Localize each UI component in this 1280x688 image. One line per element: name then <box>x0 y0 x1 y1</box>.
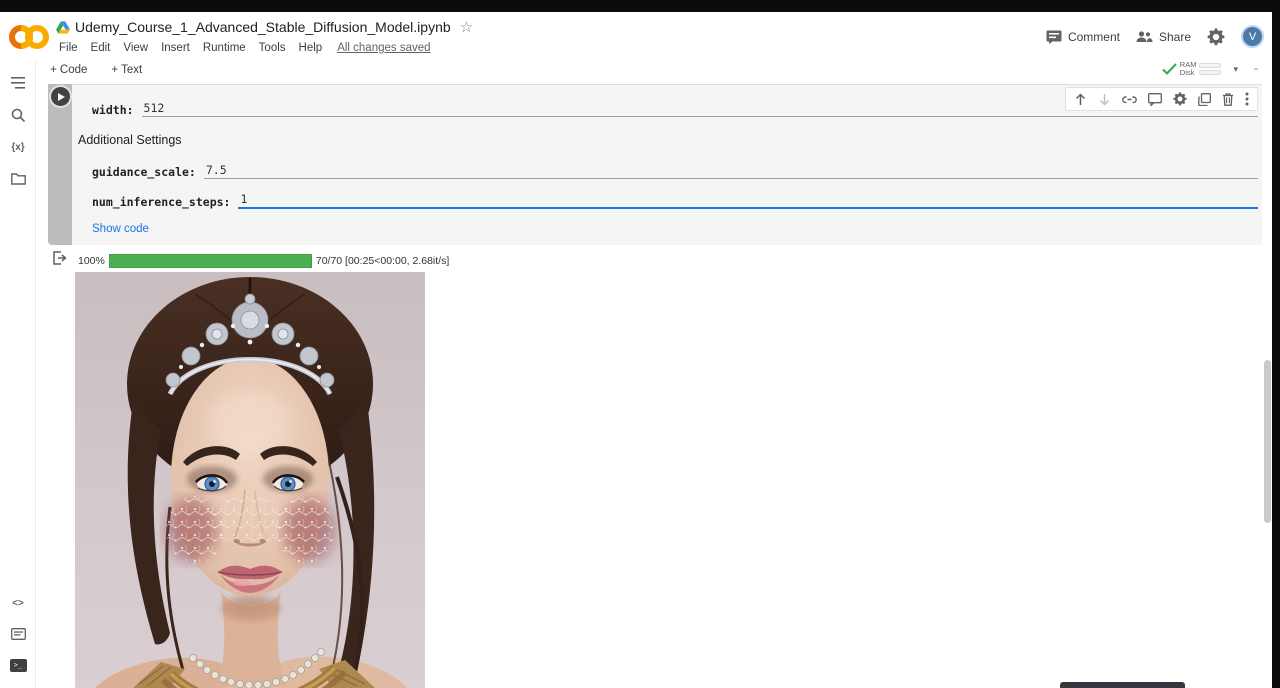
settings-gear-icon[interactable] <box>1207 28 1225 46</box>
progress-widget: 100% 70/70 [00:25<00:00, 2.68it/s] <box>75 253 1262 269</box>
star-icon[interactable]: ☆ <box>460 18 473 36</box>
drive-icon <box>56 21 70 34</box>
output-gutter <box>48 250 75 688</box>
terminal-icon[interactable]: >_ <box>0 650 36 680</box>
menu-help[interactable]: Help <box>293 40 329 56</box>
bottom-cutoff-element <box>1060 682 1185 688</box>
notebook-area: width: Additional Settings guidance_scal… <box>36 84 1264 688</box>
left-sidebar: {x} <> >_ <box>0 60 36 688</box>
notebook-title[interactable]: Udemy_Course_1_Advanced_Stable_Diffusion… <box>75 19 451 35</box>
output-indicator-icon[interactable] <box>52 251 67 266</box>
add-code-button[interactable]: + Code <box>40 60 97 80</box>
add-text-button[interactable]: + Text <box>101 60 152 80</box>
comment-label: Comment <box>1068 30 1120 44</box>
menu-runtime[interactable]: Runtime <box>197 40 252 56</box>
progress-percent: 100% <box>78 255 105 267</box>
menu-tools[interactable]: Tools <box>253 40 292 56</box>
code-cell: width: Additional Settings guidance_scal… <box>48 84 1262 245</box>
more-cell-actions-icon[interactable] <box>1245 92 1249 106</box>
menu-bar: File Edit View Insert Runtime Tools Help… <box>53 40 431 56</box>
section-heading: Additional Settings <box>78 133 1258 149</box>
num-inference-steps-input[interactable] <box>238 192 1258 209</box>
move-cell-down-icon[interactable] <box>1098 93 1111 106</box>
cell-form-pane: width: Additional Settings guidance_scal… <box>72 84 1262 245</box>
colab-logo-icon[interactable] <box>9 21 49 53</box>
check-icon <box>1162 63 1177 75</box>
cell-toolbar <box>1065 87 1258 111</box>
comment-button[interactable]: Comment <box>1046 30 1120 44</box>
show-code-link[interactable]: Show code <box>92 223 149 235</box>
menu-file[interactable]: File <box>53 40 84 56</box>
ram-usage-bar <box>1199 63 1221 68</box>
variables-icon[interactable]: {x} <box>0 132 36 162</box>
add-comment-icon[interactable] <box>1148 93 1162 106</box>
move-cell-up-icon[interactable] <box>1074 93 1087 106</box>
delete-cell-icon[interactable] <box>1222 93 1234 106</box>
generated-image <box>75 272 425 688</box>
autosave-status[interactable]: All changes saved <box>337 42 430 54</box>
menu-view[interactable]: View <box>117 40 154 56</box>
num-inference-steps-field-row: num_inference_steps: <box>92 191 1258 209</box>
code-snippets-icon[interactable]: <> <box>0 588 36 618</box>
width-field-label: width: <box>92 103 134 117</box>
guidance-scale-field-row: guidance_scale: <box>92 161 1258 179</box>
cell-output: 100% 70/70 [00:25<00:00, 2.68it/s] <box>48 250 1262 688</box>
command-palette-icon[interactable] <box>0 619 36 649</box>
search-icon[interactable] <box>0 100 36 130</box>
share-people-icon <box>1136 30 1153 43</box>
guidance-scale-input[interactable] <box>204 163 1258 179</box>
menu-edit[interactable]: Edit <box>85 40 117 56</box>
colab-window: Udemy_Course_1_Advanced_Stable_Diffusion… <box>0 12 1272 688</box>
output-content: 100% 70/70 [00:25<00:00, 2.68it/s] <box>75 250 1262 688</box>
comment-icon <box>1046 30 1062 44</box>
header: Udemy_Course_1_Advanced_Stable_Diffusion… <box>0 12 1272 60</box>
progress-bar <box>109 254 312 268</box>
resource-monitor[interactable]: RAM Disk <box>1162 61 1222 77</box>
share-button[interactable]: Share <box>1136 30 1191 44</box>
disk-label: Disk <box>1180 69 1197 77</box>
cell-settings-gear-icon[interactable] <box>1173 92 1187 106</box>
table-of-contents-icon[interactable] <box>0 68 36 98</box>
collapse-header-icon[interactable] <box>1250 65 1262 73</box>
cell-gutter <box>48 84 72 245</box>
disk-usage-bar <box>1199 70 1221 75</box>
progress-status: 70/70 [00:25<00:00, 2.68it/s] <box>316 255 449 267</box>
files-icon[interactable] <box>0 164 36 194</box>
play-icon <box>58 93 65 101</box>
menu-insert[interactable]: Insert <box>155 40 196 56</box>
mirror-cell-icon[interactable] <box>1198 93 1211 106</box>
guidance-scale-label: guidance_scale: <box>92 165 196 179</box>
num-inference-steps-label: num_inference_steps: <box>92 195 230 209</box>
run-cell-button[interactable] <box>51 87 70 106</box>
vertical-scrollbar-thumb[interactable] <box>1264 360 1271 523</box>
notebook-toolbar: + Code + Text RAM Disk ▾ <box>36 60 1272 84</box>
share-label: Share <box>1159 30 1191 44</box>
copy-link-icon[interactable] <box>1122 93 1137 106</box>
avatar[interactable]: V <box>1241 25 1264 48</box>
resources-dropdown-caret[interactable]: ▾ <box>1229 64 1242 75</box>
